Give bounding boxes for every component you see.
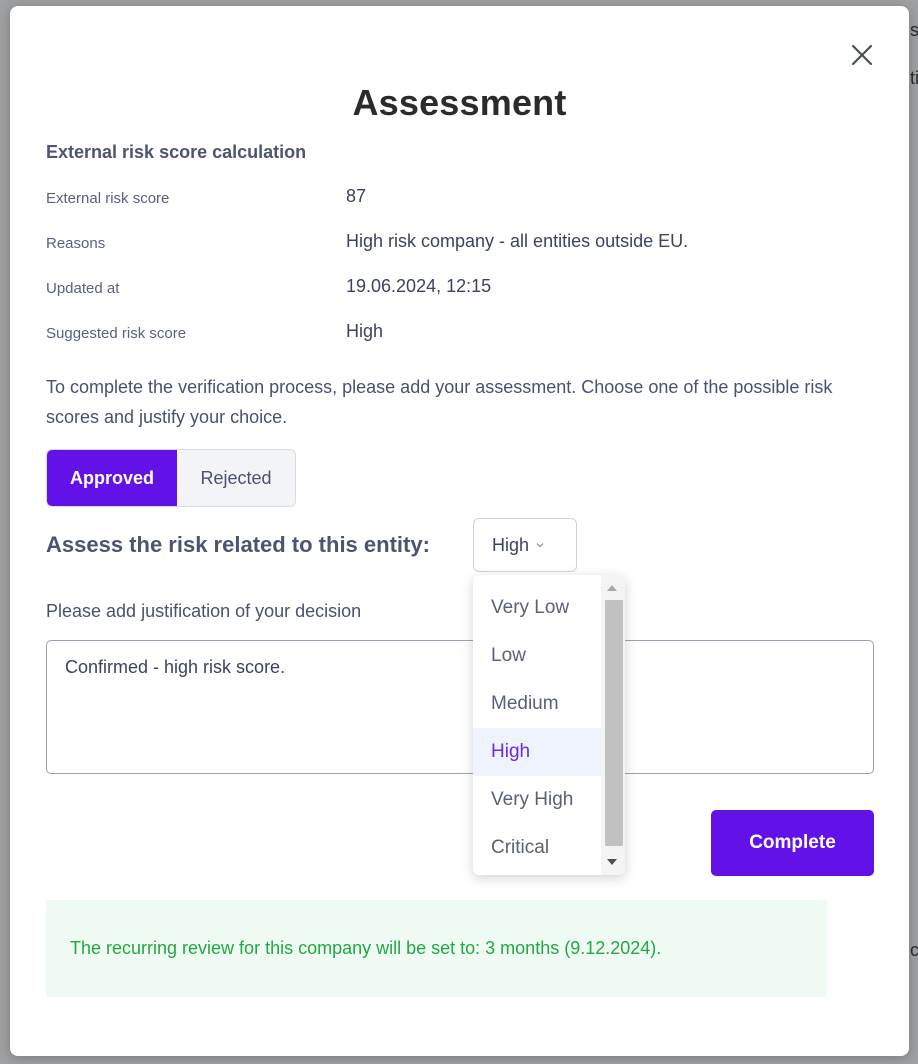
info-label: Updated at: [46, 280, 120, 297]
info-label: External risk score: [46, 190, 170, 207]
scrollbar-thumb[interactable]: [605, 600, 623, 846]
info-row-reasons: Reasons High risk company - all entities…: [46, 231, 866, 255]
background-text-fragment: s: [910, 20, 918, 40]
risk-dropdown-menu: Very Low Low Medium High Very High Criti…: [473, 575, 625, 875]
info-label: Suggested risk score: [46, 325, 187, 342]
close-icon: [851, 44, 873, 66]
risk-option-very-low[interactable]: Very Low: [473, 584, 601, 632]
info-label: Reasons: [46, 235, 106, 252]
background-text-fragment: ti: [910, 68, 918, 88]
modal-title: Assessment: [352, 82, 567, 123]
risk-option-high[interactable]: High: [473, 728, 601, 776]
chevron-down-icon: [536, 543, 544, 548]
decision-toggle: Approved Rejected: [46, 449, 296, 507]
scroll-down-arrow-icon[interactable]: [607, 859, 617, 865]
scroll-up-arrow-icon[interactable]: [607, 585, 617, 591]
rejected-button[interactable]: Rejected: [177, 450, 295, 506]
info-value: High risk company - all entities outside…: [346, 231, 689, 251]
recurring-review-notice: The recurring review for this company wi…: [46, 900, 827, 997]
risk-option-very-high[interactable]: Very High: [473, 776, 601, 824]
info-value: 19.06.2024, 12:15: [346, 276, 492, 296]
justification-textarea[interactable]: Confirmed - high risk score.: [46, 640, 874, 774]
info-value: 87: [346, 186, 367, 206]
dropdown-scrollbar[interactable]: [601, 575, 625, 875]
close-button[interactable]: [851, 44, 873, 66]
risk-option-list: Very Low Low Medium High Very High Criti…: [473, 584, 601, 872]
instructions-text: To complete the verification process, pl…: [46, 377, 833, 427]
info-row-external-risk-score: External risk score 87: [46, 186, 866, 210]
risk-select-value: High: [492, 534, 530, 555]
background-text-fragment: c: [910, 940, 918, 960]
assessment-modal: Assessment External risk score calculati…: [10, 6, 909, 1056]
risk-assessment-label: Assess the risk related to this entity:: [46, 532, 430, 557]
info-value: High: [346, 321, 384, 341]
approved-button[interactable]: Approved: [47, 450, 177, 506]
risk-option-critical[interactable]: Critical: [473, 824, 601, 872]
section-title: External risk score calculation: [46, 142, 307, 162]
justification-label: Please add justification of your decisio…: [46, 601, 362, 621]
risk-option-low[interactable]: Low: [473, 632, 601, 680]
complete-button[interactable]: Complete: [711, 810, 874, 876]
risk-select[interactable]: High: [473, 518, 577, 572]
risk-option-medium[interactable]: Medium: [473, 680, 601, 728]
info-row-updated-at: Updated at 19.06.2024, 12:15: [46, 276, 866, 300]
info-row-suggested-risk-score: Suggested risk score High: [46, 321, 866, 345]
